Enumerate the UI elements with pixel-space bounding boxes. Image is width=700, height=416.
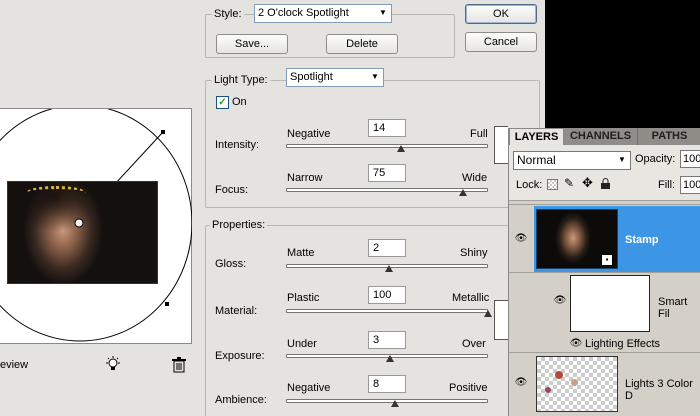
ambience-slider[interactable]	[286, 399, 488, 403]
gloss-max-label: Shiny	[460, 247, 488, 259]
fill-label: Fill:	[658, 179, 676, 191]
lock-transparency-icon[interactable]	[547, 179, 558, 190]
intensity-min-label: Negative	[287, 128, 331, 140]
preview-label: eview	[0, 359, 29, 371]
light-type-label: Light Type:	[212, 74, 270, 86]
smart-object-icon: ▪	[601, 254, 613, 266]
intensity-label: Intensity:	[215, 139, 260, 151]
exposure-min-label: Under	[287, 338, 317, 350]
ambience-label: Ambience:	[215, 394, 267, 406]
ok-button[interactable]: OK	[465, 4, 537, 24]
delete-button[interactable]: Delete	[326, 34, 398, 54]
layer-row-lighting-effects[interactable]: 👁 Lighting Effects	[509, 336, 700, 353]
material-min-label: Plastic	[287, 292, 320, 304]
material-color-swatch[interactable]	[494, 300, 508, 340]
exposure-value-field[interactable]: 3	[368, 331, 406, 349]
opacity-field[interactable]: 100	[680, 150, 700, 168]
exposure-max-label: Over	[462, 338, 486, 350]
properties-label: Properties:	[210, 219, 268, 231]
layer-name: Lighting Effects	[585, 338, 661, 350]
light-type-select[interactable]: Spotlight ▼	[286, 68, 384, 87]
eye-icon[interactable]: 👁	[514, 378, 528, 388]
style-select[interactable]: 2 O'clock Spotlight ▼	[254, 4, 392, 23]
focus-value-field[interactable]: 75	[368, 164, 406, 182]
layers-panel: LAYERS CHANNELS PATHS Normal ▼ Opacity: …	[508, 128, 700, 416]
light-type-select-value: Spotlight	[290, 71, 333, 83]
tab-channels[interactable]: CHANNELS	[564, 128, 637, 145]
material-slider[interactable]	[286, 309, 488, 313]
stamp-thumbnail: ▪	[536, 209, 618, 269]
chevron-down-icon: ▼	[371, 72, 379, 81]
focus-label: Focus:	[215, 184, 249, 196]
gloss-label: Gloss:	[215, 258, 247, 270]
gloss-value-field[interactable]: 2	[368, 239, 406, 257]
layer-row-partial[interactable]	[509, 200, 700, 205]
trash-icon[interactable]	[172, 357, 186, 376]
layer-row-lights-3-color[interactable]: 👁 Lights 3 Color D	[509, 354, 700, 416]
jewel-band	[26, 186, 86, 200]
blend-mode-value: Normal	[517, 153, 556, 167]
material-slider-thumb[interactable]	[484, 310, 492, 317]
ambience-min-label: Negative	[287, 382, 331, 394]
intensity-max-label: Full	[470, 128, 488, 140]
focus-slider-thumb[interactable]	[458, 189, 467, 196]
focus-max-label: Wide	[462, 172, 488, 184]
layer-row-stamp[interactable]: 👁 ▪ Stamp	[509, 206, 700, 273]
intensity-slider[interactable]	[286, 144, 488, 148]
fill-field[interactable]: 100	[680, 176, 700, 194]
tab-paths[interactable]: PATHS	[637, 128, 700, 145]
lock-label: Lock:	[516, 179, 543, 191]
preview-pane[interactable]	[0, 108, 192, 344]
layer-row-smart-filters[interactable]: 👁 Smart Fil	[509, 274, 700, 336]
ambience-slider-thumb[interactable]	[391, 400, 400, 407]
cancel-button[interactable]: Cancel	[465, 32, 537, 52]
material-value-field[interactable]: 100	[368, 286, 406, 304]
layer-name: Lights 3 Color D	[625, 378, 693, 402]
save-button[interactable]: Save...	[216, 34, 288, 54]
exposure-slider-thumb[interactable]	[386, 355, 395, 362]
style-label: Style:	[212, 8, 244, 20]
on-checkbox[interactable]: ✓	[216, 96, 229, 109]
on-label: On	[232, 96, 247, 108]
tab-layers[interactable]: LAYERS	[509, 128, 564, 145]
chevron-down-icon: ▼	[618, 155, 626, 164]
light-center-handle[interactable]	[73, 217, 85, 229]
filter-mask-thumbnail	[570, 275, 650, 332]
opacity-label: Opacity:	[635, 153, 676, 165]
intensity-slider-thumb[interactable]	[397, 145, 406, 152]
focus-slider[interactable]	[286, 188, 488, 192]
move-icon[interactable]: ✥	[582, 175, 593, 191]
lights-thumbnail	[536, 356, 618, 412]
eye-icon[interactable]: 👁	[553, 296, 567, 306]
light-color-swatch[interactable]	[494, 126, 508, 164]
eye-icon[interactable]: 👁	[514, 234, 528, 244]
eye-icon[interactable]: 👁	[569, 339, 583, 349]
layer-name: Smart Fil	[658, 296, 688, 320]
red-light-dot	[555, 371, 563, 379]
style-select-value: 2 O'clock Spotlight	[258, 7, 349, 19]
canvas-background	[545, 0, 700, 130]
ambience-max-label: Positive	[449, 382, 488, 394]
intensity-value-field[interactable]: 14	[368, 119, 406, 137]
material-label: Material:	[215, 305, 258, 317]
ambience-value-field[interactable]: 8	[368, 375, 406, 393]
lighting-effects-dialog: eview Style: 2 O'clock Spotlight ▼ Save.…	[0, 0, 545, 416]
focus-min-label: Narrow	[287, 172, 323, 184]
blend-mode-select[interactable]: Normal ▼	[513, 151, 631, 170]
layer-name: Stamp	[625, 234, 659, 246]
brush-icon[interactable]: ✎	[564, 176, 574, 190]
screen: eview Style: 2 O'clock Spotlight ▼ Save.…	[0, 0, 700, 416]
exposure-label: Exposure:	[215, 350, 265, 362]
lightbulb-icon[interactable]	[105, 356, 121, 375]
material-max-label: Metallic	[452, 292, 490, 304]
pink-light-dot	[571, 379, 578, 386]
preview-photo	[7, 181, 158, 284]
purple-light-dot	[545, 387, 551, 393]
lock-icon[interactable]	[601, 178, 610, 189]
gloss-slider-thumb[interactable]	[385, 265, 394, 272]
chevron-down-icon: ▼	[379, 8, 387, 17]
gloss-min-label: Matte	[287, 247, 315, 259]
